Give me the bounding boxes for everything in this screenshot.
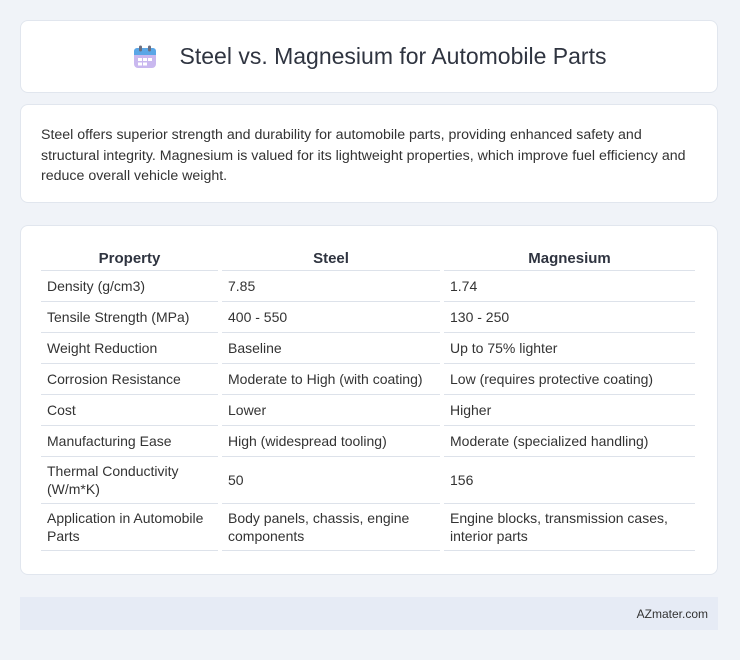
calendar-icon [132,44,158,70]
intro-card: Steel offers superior strength and durab… [20,104,718,203]
table-cell: Higher [444,395,695,426]
column-header-steel: Steel [222,246,440,271]
table-cell: Moderate (specialized handling) [444,426,695,457]
table-cell: 130 - 250 [444,302,695,333]
title-card: Steel vs. Magnesium for Automobile Parts [20,20,718,93]
table-cell: Density (g/cm3) [41,271,218,302]
table-row: Weight Reduction Baseline Up to 75% ligh… [41,333,695,364]
table-row: Manufacturing Ease High (widespread tool… [41,426,695,457]
table-cell: 400 - 550 [222,302,440,333]
table-row: Density (g/cm3) 7.85 1.74 [41,271,695,302]
comparison-table: Property Steel Magnesium Density (g/cm3)… [37,246,699,551]
footer-brand: AZmater.com [636,606,708,621]
table-cell: Up to 75% lighter [444,333,695,364]
comparison-table-card: Property Steel Magnesium Density (g/cm3)… [20,225,718,575]
table-cell: 50 [222,457,440,504]
table-cell: High (widespread tooling) [222,426,440,457]
table-header-row: Property Steel Magnesium [41,246,695,271]
page-title: Steel vs. Magnesium for Automobile Parts [179,43,607,69]
table-cell: 7.85 [222,271,440,302]
table-cell: Corrosion Resistance [41,364,218,395]
table-cell: Manufacturing Ease [41,426,218,457]
intro-paragraph: Steel offers superior strength and durab… [41,127,686,184]
table-row: Thermal Conductivity (W/m*K) 50 156 [41,457,695,504]
table-cell: Tensile Strength (MPa) [41,302,218,333]
table-cell: Low (requires protective coating) [444,364,695,395]
table-cell: Lower [222,395,440,426]
table-row: Application in Automobile Parts Body pan… [41,504,695,551]
table-cell: 1.74 [444,271,695,302]
table-cell: Body panels, chassis, engine components [222,504,440,551]
table-cell: 156 [444,457,695,504]
footer: AZmater.com [20,597,718,630]
table-cell: Thermal Conductivity (W/m*K) [41,457,218,504]
table-cell: Cost [41,395,218,426]
column-header-magnesium: Magnesium [444,246,695,271]
column-header-property: Property [41,246,218,271]
table-cell: Engine blocks, transmission cases, inter… [444,504,695,551]
table-cell: Application in Automobile Parts [41,504,218,551]
table-cell: Weight Reduction [41,333,218,364]
table-row: Corrosion Resistance Moderate to High (w… [41,364,695,395]
table-cell: Baseline [222,333,440,364]
table-row: Tensile Strength (MPa) 400 - 550 130 - 2… [41,302,695,333]
table-cell: Moderate to High (with coating) [222,364,440,395]
table-row: Cost Lower Higher [41,395,695,426]
